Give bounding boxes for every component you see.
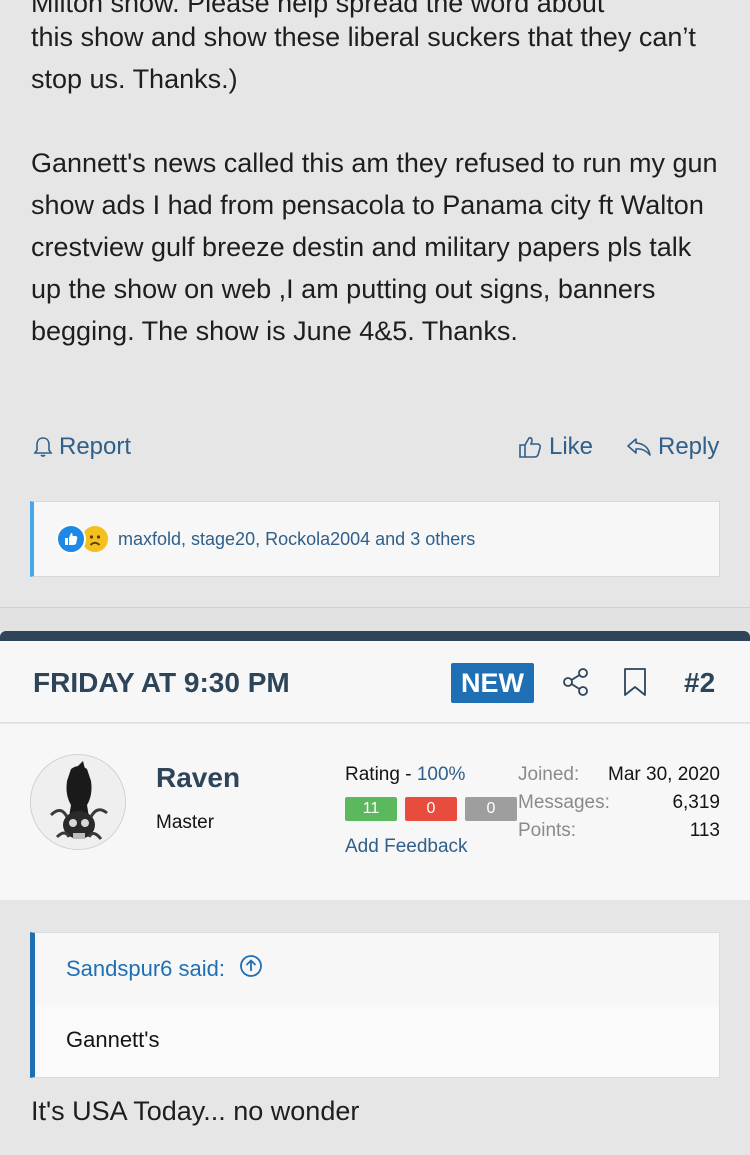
username-link[interactable]: Raven (156, 762, 240, 794)
user-stats: Joined: Mar 30, 2020 Messages: 6,319 Poi… (518, 764, 720, 848)
stat-value: 113 (689, 820, 720, 841)
reactions-bar[interactable]: maxfold, stage20, Rockola2004 and 3 othe… (30, 501, 720, 577)
share-icon[interactable] (561, 667, 591, 702)
rating-percent: 100% (416, 764, 466, 785)
post-separator (0, 607, 750, 631)
stat-key: Points: (518, 820, 577, 841)
new-badge: NEW (451, 663, 534, 703)
post-number-link[interactable]: #2 (684, 667, 715, 699)
post-1-paragraph-1: this show and show these liberal suckers… (31, 22, 696, 94)
quote-text: Gannett's (35, 1005, 719, 1077)
reply-arrow-icon (626, 436, 652, 458)
post-2-body: It's USA Today... no wonder (31, 1096, 360, 1126)
stat-value: 6,319 (672, 792, 720, 813)
reply-label: Reply (658, 433, 720, 460)
quote-author[interactable]: Sandspur6 said: (66, 956, 225, 982)
user-title: Master (156, 812, 215, 833)
user-info-bar: Raven Master Rating - 100% 11 0 0 Add Fe… (0, 724, 750, 900)
stat-key: Messages: (518, 792, 610, 813)
like-label: Like (549, 433, 594, 460)
add-feedback-link[interactable]: Add Feedback (345, 836, 468, 858)
post-1-paragraph-2: Gannett's news called this am they refus… (31, 148, 718, 346)
stat-value: Mar 30, 2020 (608, 764, 720, 785)
reaction-icons (56, 524, 110, 554)
like-button[interactable]: Like (517, 433, 593, 461)
report-label: Report (59, 433, 132, 460)
quote-header[interactable]: Sandspur6 said: (35, 933, 719, 1005)
report-button[interactable]: Report (33, 433, 131, 461)
stat-row-points: Points: 113 (518, 820, 720, 848)
stat-row-messages: Messages: 6,319 (518, 792, 720, 820)
post-2: FRIDAY AT 9:30 PM NEW #2 Raven Master Ra… (0, 631, 750, 1155)
bell-icon (33, 436, 53, 458)
bookmark-icon[interactable] (622, 667, 648, 702)
user-bar-pointer (50, 872, 106, 900)
post-1: Milton show. Please help spread the word… (0, 0, 750, 607)
post-2-header: FRIDAY AT 9:30 PM NEW #2 (0, 641, 750, 723)
thumbs-up-icon (517, 434, 543, 460)
stat-key: Joined: (518, 764, 580, 785)
post-date-link[interactable]: FRIDAY AT 9:30 PM (33, 667, 290, 699)
like-reaction-icon (56, 524, 86, 554)
reply-button[interactable]: Reply (626, 433, 719, 461)
rating-label-text: Rating - (345, 764, 417, 785)
neutral-feedback-count[interactable]: 0 (465, 797, 517, 821)
quote-block: Sandspur6 said: Gannett's (30, 932, 720, 1078)
post-1-actions: Report Like Reply (0, 425, 750, 469)
stat-row-joined: Joined: Mar 30, 2020 (518, 764, 720, 792)
post-2-top-border (0, 631, 750, 641)
reaction-users-link[interactable]: maxfold, stage20, Rockola2004 and 3 othe… (118, 529, 475, 550)
avatar[interactable] (30, 754, 126, 850)
negative-feedback-count[interactable]: 0 (405, 797, 457, 821)
arrow-up-circle-icon[interactable] (239, 954, 263, 984)
rating-label: Rating - 100% (345, 764, 465, 786)
positive-feedback-count[interactable]: 11 (345, 797, 397, 821)
